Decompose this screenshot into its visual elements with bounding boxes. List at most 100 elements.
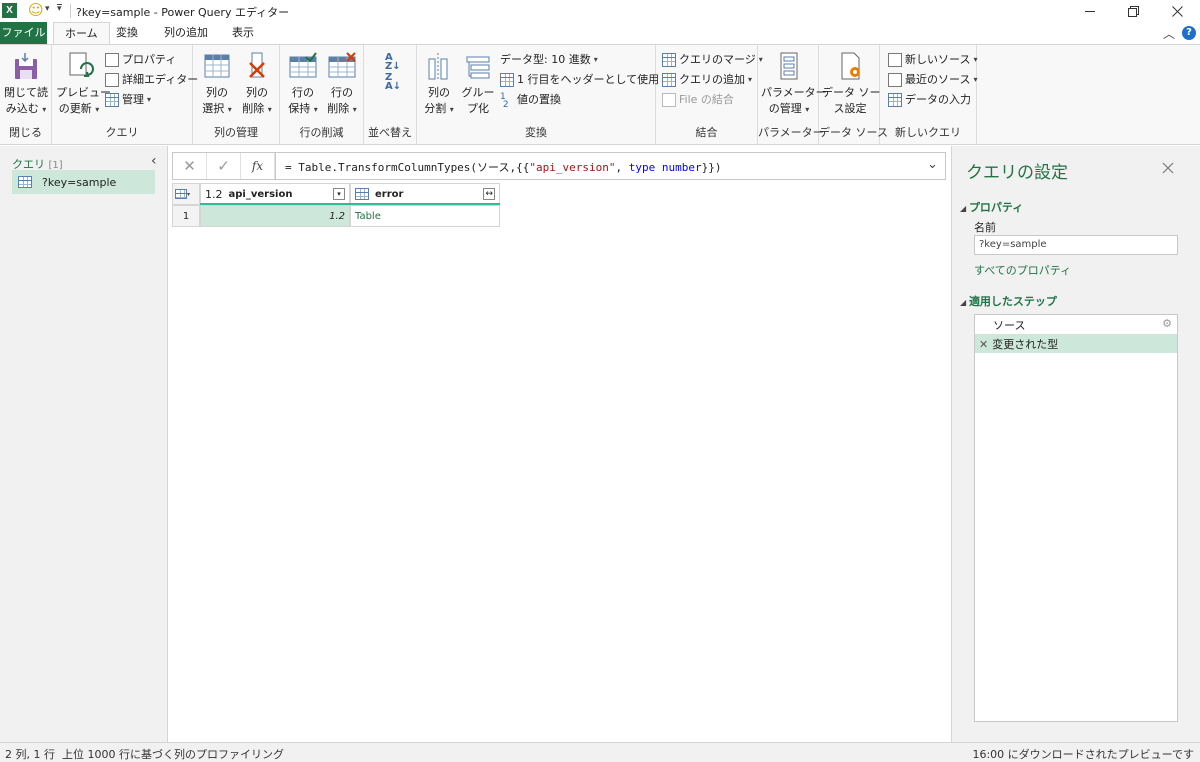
data-source-settings-button[interactable]: データ ソー ス設定 (822, 51, 881, 117)
cell-value: Table (355, 210, 381, 222)
close-icon (1171, 5, 1183, 17)
delete-step-icon[interactable]: ✕ (979, 338, 988, 351)
parameters-label-2: の管理 (768, 102, 802, 115)
parameters-label-1: パラメーター (761, 86, 827, 99)
collapse-ribbon-icon[interactable]: ︿ (1163, 25, 1175, 42)
excel-app-icon: X (2, 3, 17, 18)
all-properties-link[interactable]: すべてのプロパティ (974, 262, 1071, 278)
step-item-source[interactable]: ソース ⚙ (975, 315, 1177, 334)
sort-ascending-icon[interactable]: A Z↓ (385, 53, 401, 72)
group-label-column-management: 列の管理 (214, 126, 258, 139)
window-title: ?key=sample - Power Query エディター (76, 6, 290, 19)
cancel-icon: ✕ (183, 157, 196, 175)
new-source-button[interactable]: 新しいソース ▾ (888, 51, 977, 69)
tab-home[interactable]: ホーム (53, 22, 110, 45)
group-by-button[interactable]: グルー プ化 (459, 51, 497, 117)
step-name: ソース (993, 319, 1026, 332)
ribbon: 閉じて読 み込む ▾ 閉じる プレビュー の更新 ▾ プロパティ 詳細エディター… (0, 44, 1200, 145)
remove-rows-button[interactable]: 行の 削除 ▾ (322, 51, 362, 118)
separator (70, 4, 71, 18)
column-header-label: error (375, 188, 404, 200)
table-menu-button[interactable]: ▾ (172, 183, 200, 205)
properties-button[interactable]: プロパティ (105, 51, 176, 69)
data-type-dropdown[interactable]: データ型: 10 進数 ▾ (500, 51, 598, 69)
smiley-feedback-icon[interactable]: ☺ (28, 1, 44, 19)
column-header-error[interactable]: error ↔ (350, 183, 500, 205)
enter-data-icon (888, 93, 902, 107)
remove-columns-button[interactable]: 列の 削除 ▾ (237, 51, 277, 118)
manage-button[interactable]: 管理 ▾ (105, 91, 151, 109)
queries-pane: クエリ [1] ‹ ?key=sample (0, 146, 168, 742)
query-list-item[interactable]: ?key=sample (12, 170, 155, 194)
close-settings-button[interactable] (1162, 162, 1174, 177)
remove-columns-icon (242, 51, 272, 81)
replace-values-label: 値の置換 (517, 93, 561, 106)
first-row-header-label: 1 行目をヘッダーとして使用 (517, 73, 660, 86)
qat-customize-icon[interactable]: ▾ (57, 4, 62, 14)
sort-descending-icon[interactable]: Z A↓ (385, 73, 401, 92)
enter-data-button[interactable]: データの入力 (888, 91, 971, 109)
help-icon[interactable]: ? (1182, 26, 1196, 40)
insert-function-button[interactable]: fx (241, 153, 275, 179)
column-filter-dropdown-icon[interactable]: ▾ (333, 188, 345, 200)
recent-sources-button[interactable]: 最近のソース ▾ (888, 71, 977, 89)
table-type-icon (355, 188, 369, 200)
applied-steps-section-header[interactable]: ◢ 適用したステップ (960, 293, 1057, 309)
advanced-editor-button[interactable]: 詳細エディター (105, 71, 198, 89)
choose-columns-label-2: 選択 (202, 102, 225, 115)
replace-values-button[interactable]: 1 2 値の置換 (500, 91, 561, 110)
confirm-formula-button[interactable]: ✓ (207, 153, 241, 179)
keep-rows-button[interactable]: 行の 保持 ▾ (283, 51, 323, 118)
close-window-button[interactable] (1157, 0, 1197, 22)
choose-columns-button[interactable]: 列の 選択 ▾ (197, 51, 237, 118)
data-source-settings-icon (835, 51, 865, 81)
minimize-button[interactable] (1070, 0, 1110, 22)
cancel-formula-button[interactable]: ✕ (173, 153, 207, 179)
feedback-dropdown-caret[interactable]: ▾ (45, 4, 50, 14)
table-icon (18, 176, 32, 188)
merge-queries-button[interactable]: クエリのマージ ▾ (662, 51, 763, 69)
preview-download-time: 16:00 にダウンロードされたプレビューです (972, 748, 1194, 761)
query-name-field[interactable]: ?key=sample (974, 235, 1178, 255)
refresh-label-1: プレビュー (56, 86, 111, 99)
confirm-icon: ✓ (217, 157, 230, 175)
data-source-label-1: データ ソー (822, 86, 881, 99)
split-column-button[interactable]: 列の 分割 ▾ (420, 51, 458, 118)
recent-sources-label: 最近のソース (905, 73, 971, 86)
append-queries-icon (662, 73, 676, 87)
append-queries-button[interactable]: クエリの追加 ▾ (662, 71, 752, 89)
applied-steps-list: ソース ⚙ ✕ 変更された型 (974, 314, 1178, 722)
restore-button[interactable] (1113, 0, 1153, 22)
expand-formula-chevron-icon[interactable]: ⌄ (927, 157, 938, 172)
table-cell[interactable]: 1.2 (200, 205, 350, 227)
close-and-load-button[interactable]: 閉じて読 み込む ▾ (4, 51, 48, 118)
number-type-icon: 1.2 (205, 187, 223, 201)
expand-column-icon[interactable]: ↔ (483, 188, 495, 200)
combine-files-button[interactable]: File の結合 (662, 91, 734, 109)
use-first-row-as-headers-button[interactable]: 1 行目をヘッダーとして使用▾ (500, 71, 666, 89)
properties-section-header[interactable]: ◢ プロパティ (960, 199, 1023, 215)
column-header-api-version[interactable]: 1.2 api_version ▾ (200, 183, 350, 205)
column-profiling-status[interactable]: 上位 1000 行に基づく列のプロファイリング (62, 746, 284, 762)
group-by-label-1: グルー (461, 86, 495, 99)
data-type-label: データ型: 10 進数 (500, 53, 591, 66)
step-settings-gear-icon[interactable]: ⚙ (1162, 317, 1172, 330)
manage-parameters-button[interactable]: パラメーター の管理 ▾ (761, 51, 827, 118)
enter-data-label: データの入力 (905, 93, 971, 106)
merge-queries-label: クエリのマージ (679, 53, 756, 66)
group-label-combine: 結合 (695, 126, 718, 139)
tab-view[interactable]: 表示 (221, 22, 265, 44)
formula-divider (275, 153, 276, 179)
formula-input[interactable]: = Table.TransformColumnTypes(ソース,{{"api_… (285, 159, 721, 175)
tab-add-column[interactable]: 列の追加 (153, 22, 219, 44)
tab-file[interactable]: ファイル (0, 22, 47, 44)
formula-mid: , (615, 161, 629, 174)
refresh-preview-button[interactable]: プレビュー の更新 ▾ (56, 51, 111, 118)
table-link-cell[interactable]: Table (350, 205, 500, 227)
tab-transform[interactable]: 変換 (105, 22, 149, 44)
collapse-pane-chevron-icon[interactable]: ‹ (151, 153, 157, 169)
refresh-icon (64, 51, 94, 81)
cell-value: 1.2 (329, 210, 345, 222)
step-item-changed-type[interactable]: ✕ 変更された型 (975, 334, 1177, 353)
split-column-label-2: 分割 (424, 102, 447, 115)
